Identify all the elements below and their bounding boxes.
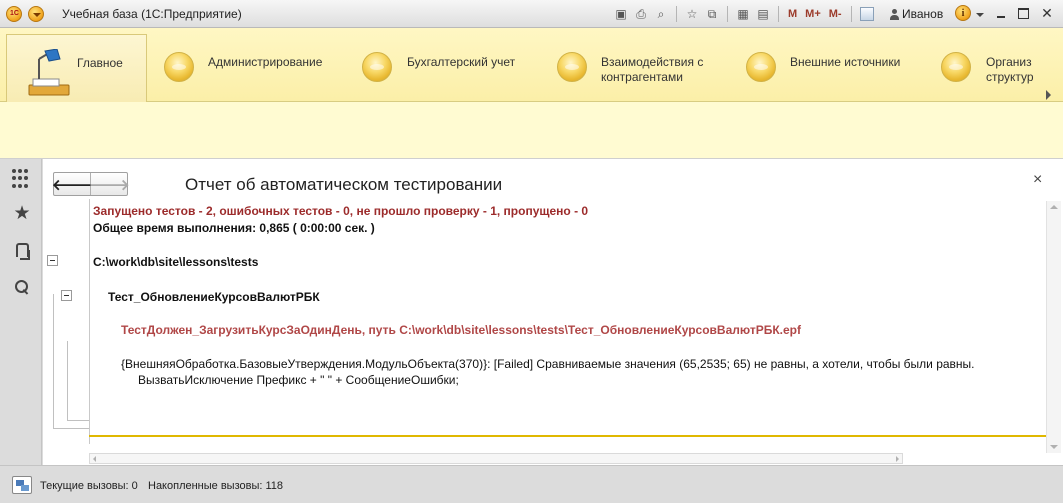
info-icon[interactable]: i: [955, 5, 971, 21]
error-code-line: ВызватьИсключение Префикс + " " + Сообще…: [138, 373, 459, 387]
left-rail: ★: [0, 159, 42, 465]
main-menu-button[interactable]: [28, 6, 44, 22]
favorites-star-icon[interactable]: ★: [12, 204, 32, 224]
tree-line: [53, 428, 89, 429]
tree-line: [53, 294, 54, 429]
section-bullet-icon: [746, 52, 776, 82]
memory-plus-button[interactable]: M+: [802, 5, 824, 23]
forward-button[interactable]: 🡒: [89, 173, 129, 195]
calendar-icon[interactable]: ▤: [754, 5, 772, 23]
current-calls: Текущие вызовы: 0: [40, 480, 138, 492]
scroll-up-icon[interactable]: [1050, 205, 1058, 209]
section-accounting-label: Бухгалтерский учет: [407, 55, 516, 69]
section-bullet-icon: [557, 52, 587, 82]
toolbar-separator: [850, 6, 852, 22]
scroll-left-icon[interactable]: [93, 456, 96, 462]
section-label-line2: структур: [986, 70, 1034, 84]
current-user[interactable]: Иванов: [890, 7, 943, 21]
maximize-button[interactable]: [1016, 6, 1030, 20]
navigation-buttons: 🡐 🡒: [52, 172, 130, 196]
back-button[interactable]: 🡐: [52, 173, 92, 195]
section-label-line1: Взаимодействия с: [601, 55, 704, 69]
scroll-right-icon[interactable]: [896, 456, 899, 462]
user-name: Иванов: [902, 7, 944, 21]
error-message: {ВнешняяОбработка.БазовыеУтверждения.Мод…: [121, 357, 975, 371]
save-icon[interactable]: ▣: [612, 5, 630, 23]
section-external-sources-label: Внешние источники: [790, 55, 901, 69]
section-label-line2: контрагентами: [601, 70, 683, 84]
section-main[interactable]: Главное: [6, 34, 147, 102]
app-logo-icon: 1С: [6, 6, 22, 22]
toolbar-separator: [727, 6, 728, 22]
memory-button[interactable]: M: [785, 5, 800, 23]
print-icon[interactable]: ⎙: [632, 5, 650, 23]
memory-minus-button[interactable]: M-: [826, 5, 845, 23]
sections-panel: Главное Администрирование Бухгалтерский …: [0, 28, 1063, 102]
elapsed-time: Общее время выполнения: 0,865 ( 0:00:00 …: [93, 221, 375, 235]
sections-scroll-right-icon[interactable]: [1046, 90, 1051, 100]
vertical-scrollbar[interactable]: [1046, 201, 1061, 453]
form-title: Отчет об автоматическом тестировании: [185, 175, 503, 194]
section-bullet-icon: [362, 52, 392, 82]
section-main-label: Главное: [77, 56, 123, 70]
test-summary: Запущено тестов - 2, ошибочных тестов - …: [93, 204, 589, 218]
close-window-button[interactable]: ✕: [1040, 6, 1054, 20]
minimize-button[interactable]: [994, 6, 1008, 20]
desk-lamp-icon: [28, 49, 70, 96]
collapse-group-toggle[interactable]: [47, 255, 58, 266]
favorites-add-icon[interactable]: ☆: [683, 5, 701, 23]
collapse-group-toggle[interactable]: [61, 290, 72, 301]
report-bottom-border: [89, 435, 1046, 437]
scroll-down-icon[interactable]: [1050, 445, 1058, 449]
section-organization-label: Организ структур: [986, 55, 1034, 85]
report-form: 🡐 🡒 Отчет об автоматическом тестировании…: [43, 159, 1063, 465]
section-bullet-icon: [941, 52, 971, 82]
history-icon[interactable]: [12, 241, 32, 261]
preview-icon[interactable]: ⌕: [652, 5, 670, 23]
status-bar: Текущие вызовы: 0 Накопленные вызовы: 11…: [0, 465, 1063, 503]
test-case-failed: ТестДолжен_ЗагрузитьКурсЗаОдинДень, путь…: [121, 323, 801, 337]
calculator-icon[interactable]: ▦: [734, 5, 752, 23]
all-functions-icon[interactable]: [12, 169, 32, 189]
horizontal-scrollbar[interactable]: [89, 453, 903, 464]
tree-line: [67, 420, 89, 421]
section-commands-bar: [0, 102, 1063, 159]
chevron-down-icon[interactable]: [976, 13, 984, 17]
section-bullet-icon: [164, 52, 194, 82]
test-name: Тест_ОбновлениеКурсовВалютРБК: [108, 290, 320, 304]
toolbar-separator: [778, 6, 779, 22]
section-counterparties-label: Взаимодействия с контрагентами: [601, 55, 703, 85]
toolbar-separator: [676, 6, 677, 22]
user-icon: [890, 8, 899, 20]
title-bar: 1С Учебная база (1С:Предприятие) ▣ ⎙ ⌕ ☆…: [0, 0, 1063, 28]
close-form-button[interactable]: ×: [1033, 171, 1042, 189]
section-label-line1: Организ: [986, 55, 1032, 69]
tests-path: C:\work\db\site\lessons\tests: [93, 255, 259, 269]
tree-line: [67, 341, 68, 421]
window-title: Учебная база (1С:Предприятие): [62, 7, 242, 21]
link-icon[interactable]: ⧉: [703, 5, 721, 23]
accumulated-calls: Накопленные вызовы: 118: [148, 480, 284, 492]
panels-icon[interactable]: [859, 7, 874, 21]
search-icon[interactable]: [12, 278, 32, 298]
title-toolbar: ▣ ⎙ ⌕ ☆ ⧉ ▦ ▤ M M+ M-: [612, 5, 876, 23]
performance-monitor-icon[interactable]: [12, 476, 32, 494]
report-document[interactable]: Запущено тестов - 2, ошибочных тестов - …: [43, 199, 1046, 451]
report-group-divider: [89, 199, 90, 444]
section-administration-label: Администрирование: [208, 55, 323, 69]
